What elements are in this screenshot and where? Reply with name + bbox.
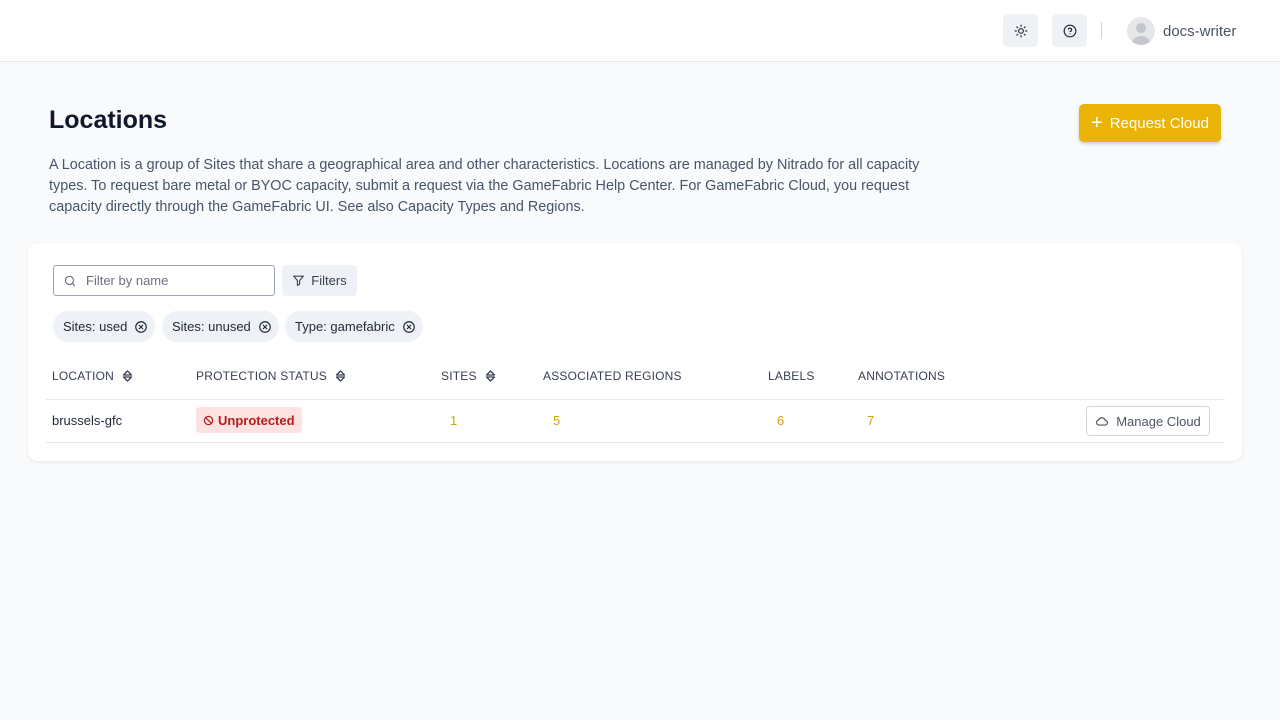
- plus-icon: +: [1091, 112, 1103, 134]
- sort-icon[interactable]: [122, 369, 133, 383]
- close-circle-icon[interactable]: [258, 320, 272, 334]
- column-header-label: LOCATION: [52, 369, 115, 383]
- help-circle-icon: [1063, 24, 1076, 37]
- manage-cloud-button[interactable]: Manage Cloud: [1086, 406, 1210, 436]
- avatar: [1127, 17, 1155, 45]
- column-header-label: ASSOCIATED REGIONS: [543, 369, 682, 383]
- request-cloud-label: Request Cloud: [1109, 114, 1209, 132]
- close-circle-icon[interactable]: [402, 320, 416, 334]
- status-badge: Unprotected: [196, 407, 302, 433]
- filter-chip-type-gamefabric: Type: gamefabric: [285, 311, 423, 342]
- header-divider: [1101, 22, 1102, 39]
- search-input[interactable]: [86, 273, 266, 288]
- filter-chip-sites-unused: Sites: unused: [162, 311, 279, 342]
- search-field[interactable]: [53, 265, 275, 296]
- column-header-label: PROTECTION STATUS: [196, 369, 327, 383]
- cell-annotations-count[interactable]: 7: [867, 413, 874, 428]
- request-cloud-button[interactable]: + Request Cloud: [1079, 104, 1221, 142]
- column-header-sites[interactable]: SITES: [441, 369, 496, 383]
- filter-icon: [293, 275, 305, 286]
- search-icon: [64, 275, 76, 286]
- column-header-labels: LABELS: [768, 369, 815, 383]
- column-header-label: SITES: [441, 369, 477, 383]
- filter-chip-label: Type: gamefabric: [295, 319, 395, 334]
- sort-icon[interactable]: [485, 369, 496, 383]
- table-divider: [46, 399, 1225, 400]
- column-header-annotations: ANNOTATIONS: [858, 369, 945, 383]
- user-menu[interactable]: docs-writer: [1127, 17, 1236, 45]
- cell-location[interactable]: brussels-gfc: [52, 413, 122, 428]
- filters-label: Filters: [311, 273, 347, 288]
- cell-sites-count[interactable]: 1: [450, 413, 457, 428]
- cell-labels-count[interactable]: 6: [777, 413, 784, 428]
- filter-chip-label: Sites: used: [63, 319, 128, 334]
- table-divider: [46, 442, 1225, 443]
- help-button[interactable]: [1052, 14, 1087, 47]
- close-circle-icon[interactable]: [134, 320, 148, 334]
- column-header-label: LABELS: [768, 369, 815, 383]
- status-badge-label: Unprotected: [218, 412, 295, 428]
- cell-regions-count[interactable]: 5: [553, 413, 560, 428]
- column-header-label: ANNOTATIONS: [858, 369, 946, 383]
- sun-icon: [1014, 24, 1027, 37]
- theme-toggle-button[interactable]: [1003, 14, 1038, 47]
- page-description: A Location is a group of Sites that shar…: [49, 157, 920, 215]
- manage-cloud-label: Manage Cloud: [1116, 413, 1201, 429]
- ban-icon: [203, 415, 214, 425]
- page-title: Locations: [49, 106, 168, 134]
- sort-icon[interactable]: [335, 369, 346, 383]
- column-header-location[interactable]: LOCATION: [52, 369, 133, 383]
- cloud-icon: [1096, 417, 1109, 426]
- user-avatar-icon: [1131, 23, 1151, 45]
- column-header-associated-regions: ASSOCIATED REGIONS: [543, 369, 682, 383]
- locations-card: Filters Sites: used Sites: unused Type: …: [28, 243, 1242, 461]
- column-header-protection-status[interactable]: PROTECTION STATUS: [196, 369, 346, 383]
- top-bar: docs-writer: [0, 0, 1280, 62]
- filters-button[interactable]: Filters: [282, 265, 357, 296]
- filter-chip-label: Sites: unused: [172, 319, 251, 334]
- filter-chip-sites-used: Sites: used: [53, 311, 156, 342]
- username: docs-writer: [1163, 22, 1237, 40]
